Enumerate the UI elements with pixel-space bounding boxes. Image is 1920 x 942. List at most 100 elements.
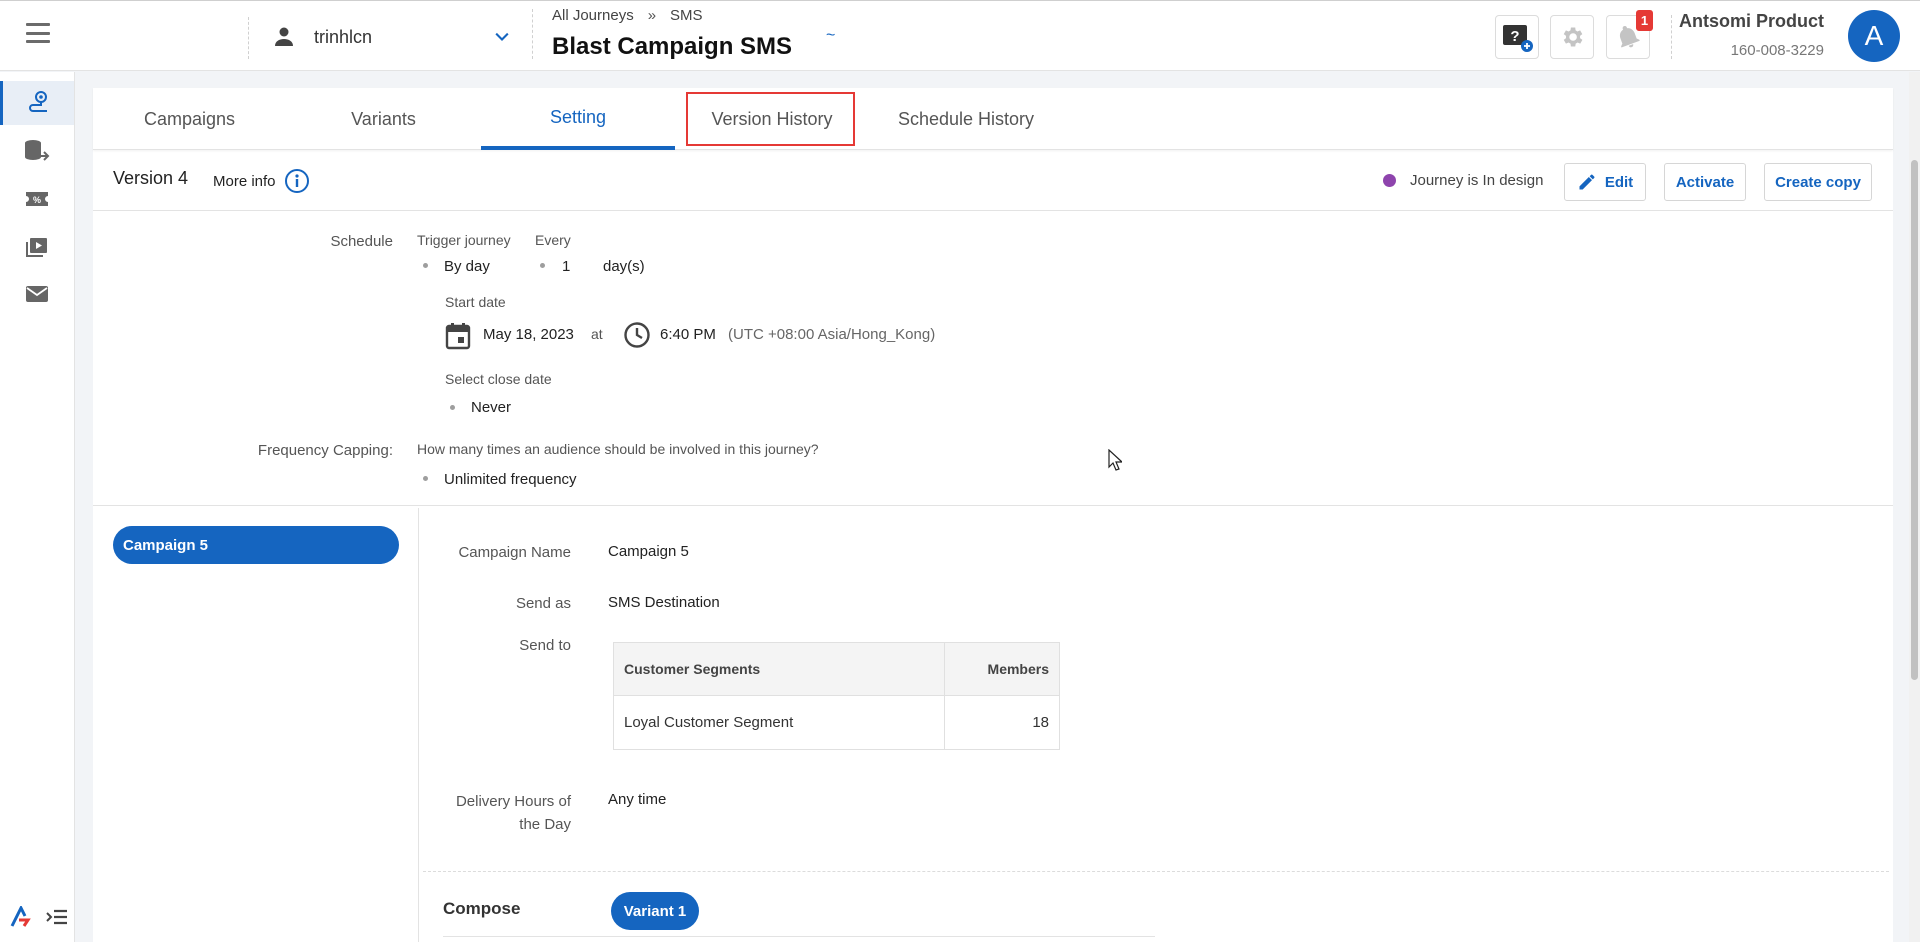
compose-divider: [443, 936, 1155, 937]
frequency-question: How many times an audience should be inv…: [417, 441, 819, 457]
breadcrumb-sms[interactable]: SMS: [670, 7, 703, 24]
pencil-icon: [1579, 174, 1595, 190]
left-rail: %: [0, 72, 75, 942]
user-name: trinhlcn: [314, 26, 373, 47]
divider: [248, 17, 249, 59]
bullet: [540, 263, 545, 268]
edit-label: Edit: [1604, 173, 1634, 191]
create-copy-button[interactable]: Create copy: [1764, 163, 1872, 201]
segments-column-header: Customer Segments: [613, 642, 945, 696]
rail-footer: [10, 906, 68, 928]
every-value: 1: [562, 258, 571, 275]
top-bar: trinhlcn All Journeys » SMS Blast Campai…: [0, 0, 1920, 71]
more-info-label: More info: [213, 172, 276, 190]
promotion-icon: %: [26, 192, 48, 206]
more-info-link[interactable]: More info: [213, 168, 310, 194]
bullet: [423, 476, 428, 481]
help-add-button[interactable]: ?: [1495, 15, 1539, 59]
version-bar: Version 4 More info Journey is In design…: [93, 150, 1893, 211]
delivery-hours-label-line2: the Day: [519, 816, 571, 833]
info-icon: [284, 169, 309, 193]
rail-item-journeys[interactable]: [0, 81, 74, 125]
trigger-journey-label: Trigger journey: [417, 232, 511, 248]
members-column-header: Members: [944, 642, 1060, 696]
send-as-value: SMS Destination: [608, 594, 720, 611]
svg-text:?: ?: [1510, 28, 1519, 45]
media-icon: [26, 238, 47, 257]
breadcrumb: All Journeys » SMS: [552, 7, 703, 24]
send-to-label: Send to: [519, 637, 571, 654]
close-date-value: Never: [471, 399, 512, 416]
journey-icon: [28, 91, 47, 112]
table-row: Loyal Customer Segment 18: [613, 695, 1060, 750]
gear-icon: [1563, 27, 1583, 47]
account-id: 160-008-3229: [1730, 42, 1824, 59]
delivery-hours-label-line1: Delivery Hours of: [455, 793, 571, 810]
rail-item-mail[interactable]: [0, 272, 74, 316]
bullet: [450, 405, 455, 410]
tab-bar: Campaigns Variants Setting Version Histo…: [93, 88, 1893, 150]
main-panel: Campaigns Variants Setting Version Histo…: [93, 88, 1893, 942]
send-as-label: Send as: [515, 595, 571, 612]
tab-campaigns[interactable]: Campaigns: [93, 88, 286, 150]
campaign-list-item[interactable]: Campaign 5: [113, 526, 399, 564]
activate-button[interactable]: Activate: [1664, 163, 1746, 201]
divider: [1671, 15, 1672, 59]
highlight-box: [686, 92, 855, 146]
section-divider: [93, 505, 1893, 506]
variant-pill[interactable]: Variant 1: [611, 892, 699, 930]
start-date-label: Start date: [445, 294, 506, 310]
chevron-down-icon: [495, 32, 509, 41]
delivery-hours-label: Delivery Hours of the Day: [433, 790, 571, 836]
at-label: at: [591, 326, 603, 342]
segments-table: Customer Segments Members Loyal Customer…: [613, 642, 1060, 750]
breadcrumb-separator: »: [647, 7, 657, 24]
page-scrollbar[interactable]: [1909, 72, 1920, 942]
every-unit: day(s): [603, 258, 645, 275]
frequency-capping-label: Frequency Capping:: [257, 442, 393, 459]
tab-schedule-history[interactable]: Schedule History: [869, 88, 1063, 150]
mail-icon: [26, 286, 48, 302]
settings-button[interactable]: [1550, 15, 1594, 59]
notification-count-badge: 1: [1636, 10, 1653, 31]
status-dot: [1383, 174, 1396, 187]
scrollbar-thumb[interactable]: [1911, 160, 1918, 680]
start-time-value: 6:40 PM: [660, 326, 716, 343]
divider: [532, 9, 533, 59]
account-info[interactable]: Antsomi Product 160-008-3229: [1679, 11, 1824, 59]
tab-variants[interactable]: Variants: [286, 88, 481, 150]
notifications-button[interactable]: 1: [1606, 10, 1653, 59]
rail-item-media[interactable]: [0, 225, 74, 269]
breadcrumb-all-journeys[interactable]: All Journeys: [552, 7, 634, 24]
column-divider: [418, 508, 419, 942]
svg-text:%: %: [33, 195, 41, 205]
version-label: Version 4: [113, 168, 189, 188]
loading-spinner-icon: ~: [826, 27, 836, 44]
status-text: Journey is In design: [1410, 172, 1544, 189]
schedule-label: Schedule: [330, 233, 393, 250]
user-selector[interactable]: trinhlcn: [272, 17, 512, 57]
trigger-value: By day: [444, 258, 490, 275]
menu-icon[interactable]: [26, 23, 50, 43]
account-name: Antsomi Product: [1678, 11, 1824, 31]
expand-menu-icon[interactable]: [46, 908, 68, 926]
avatar[interactable]: A: [1848, 10, 1900, 62]
close-date-label: Select close date: [445, 371, 552, 387]
table-header-row: Customer Segments Members: [613, 642, 1060, 696]
tab-setting[interactable]: Setting: [481, 88, 675, 150]
every-label: Every: [535, 232, 571, 248]
clock-icon: [624, 322, 650, 348]
rail-item-promotions[interactable]: %: [0, 177, 74, 221]
data-flow-icon: [25, 140, 50, 161]
mouse-cursor-icon: [1108, 449, 1122, 471]
campaign-name-value: Campaign 5: [608, 543, 689, 560]
timezone-value: (UTC +08:00 Asia/Hong_Kong): [728, 326, 936, 343]
page-title: Blast Campaign SMS: [552, 33, 793, 60]
frequency-value: Unlimited frequency: [444, 471, 577, 488]
antsomi-logo-icon: [10, 906, 31, 927]
rail-item-data[interactable]: [0, 129, 74, 173]
edit-button[interactable]: Edit: [1564, 163, 1646, 201]
campaign-name-label: Campaign Name: [458, 544, 571, 561]
person-icon: [275, 27, 293, 46]
compose-label: Compose: [443, 899, 521, 918]
